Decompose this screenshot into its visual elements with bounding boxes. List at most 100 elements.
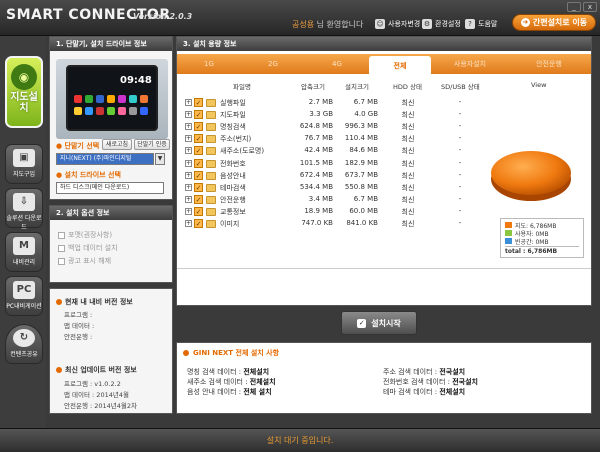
note-right-0: 주소 검색 데이터 : 전국설치 [383,368,466,376]
current-version-title-text: 현재 내 내비 버전 정보 [65,298,133,306]
row-installed: 996.3 MB [344,122,378,131]
expand-icon[interactable]: + [185,220,192,227]
tab-all[interactable]: 전체 [369,56,431,75]
ad-hide-option[interactable]: 광고 표시 해제 [58,256,111,266]
table-row[interactable]: + ✓ 교통정보 18.9 MB 60.0 MB 최신 - [183,206,483,218]
tab-2g[interactable]: 2G [241,54,305,74]
table-row[interactable]: + ✓ 전화번호 101.5 MB 182.9 MB 최신 - [183,158,483,170]
table-row[interactable]: + ✓ 테마검색 534.4 MB 550.8 MB 최신 - [183,182,483,194]
latest-safe-driving: 안전운행 : 2014년4월2차 [64,402,137,410]
nav-pc-navigation[interactable]: PC PC내비게이션 [5,276,43,316]
chevron-down-icon[interactable]: ▼ [155,153,165,165]
row-checkbox[interactable]: ✓ [194,206,203,216]
expand-icon[interactable]: + [185,159,192,167]
device-auth-button[interactable]: 단말기 인증 [134,139,170,150]
nav-map-install[interactable]: ◉ 지도설치 [5,56,43,128]
checkbox[interactable] [58,231,65,239]
checkbox[interactable] [58,244,65,252]
legend-free: 빈공간: 0MB [505,237,579,246]
panel3-title: 3. 설치 용량 정보 [177,37,591,51]
tab-user-install[interactable]: 사용자설치 [433,54,507,74]
expand-icon[interactable]: + [185,147,192,155]
current-program: 프로그램 : [64,311,93,319]
app-icon [74,95,82,103]
checkbox[interactable] [58,257,65,265]
nav-content-share-label: 컨텐츠공유 [10,351,38,358]
close-button[interactable]: x [583,2,597,12]
row-compressed: 624.8 MB [299,122,333,131]
nav-solution-download[interactable]: ⇩ 솔루션 다운로드 [5,188,43,231]
expand-icon[interactable]: + [185,99,192,106]
latest-program: 프로그램 : v1.0.2.2 [64,380,121,388]
tab-4g[interactable]: 4G [305,54,369,74]
row-name: 테마검색 [220,183,246,192]
row-hdd: 최신 [401,207,415,216]
tab-safe-driving[interactable]: 안전운행 [507,54,591,74]
download-icon: ⇩ [13,193,35,211]
expand-icon[interactable]: + [185,207,192,215]
pie-slice-map [491,151,571,195]
row-name: 주소(번지) [220,135,252,144]
minimize-button[interactable]: _ [567,2,581,12]
row-checkbox[interactable]: ✓ [194,182,203,192]
row-sd: - [458,122,462,131]
table-row[interactable]: + ✓ 주소(번지) 76.7 MB 110.4 MB 최신 - [183,133,483,145]
note-right-2: 테마 검색 데이터 : 전체설치 [383,388,466,396]
row-sd: - [458,146,462,155]
table-row[interactable]: + ✓ 명칭검색 624.8 MB 996.3 MB 최신 - [183,121,483,133]
row-checkbox[interactable]: ✓ [194,110,203,120]
quick-install-button[interactable]: ➜ 간편설치로 이동 [512,14,596,31]
table-row[interactable]: + ✓ 새주소(도로명) 42.4 MB 84.6 MB 최신 - [183,145,483,157]
table-row[interactable]: + ✓ 이미지 747.0 KB 841.0 KB 최신 - [183,218,483,230]
folder-icon [206,159,216,168]
nav-content-share[interactable]: ↻ 컨텐츠공유 [5,324,43,364]
tab-1g[interactable]: 1G [177,54,241,74]
row-checkbox[interactable]: ✓ [194,134,203,144]
legend-free-swatch [505,238,512,244]
nav-solution-download-label: 솔루션 다운로드 [6,215,42,231]
backup-option[interactable]: 백업 데이터 설치 [58,243,118,253]
folder-icon [206,147,216,156]
expand-icon[interactable]: + [185,195,192,203]
row-checkbox[interactable]: ✓ [194,170,203,180]
help-link[interactable]: ? 도움말 [465,18,497,30]
expand-icon[interactable]: + [185,111,192,119]
install-start-button[interactable]: ✓ 설치시작 [341,311,417,335]
table-row[interactable]: + ✓ 지도파일 3.3 GB 4.0 GB 최신 - [183,109,483,121]
note-key: 음성 안내 데이터 [187,388,237,396]
nav-map-purchase[interactable]: ▣ 지도구입 [5,144,43,184]
latest-map-data: 맵 데이터 : 2014년4월 [64,391,129,399]
expand-icon[interactable]: + [185,171,192,179]
bullet-icon [183,350,189,356]
device-drive-panel: 1. 단말기, 설치 드라이브 정보 09:48 ● 단말기 선택 새로고침 단… [49,36,173,200]
row-checkbox[interactable]: ✓ [194,122,203,132]
drive-select[interactable]: 하드 디스크(메인 다운로드) [56,182,164,194]
expand-icon[interactable]: + [185,123,192,131]
row-checkbox[interactable]: ✓ [194,158,203,168]
row-checkbox[interactable]: ✓ [194,146,203,156]
expand-icon[interactable]: + [185,183,192,191]
settings-link[interactable]: ⚙ 환경설정 [422,18,461,30]
row-checkbox[interactable]: ✓ [194,98,203,107]
app-icon [118,95,126,103]
row-checkbox[interactable]: ✓ [194,219,203,228]
note-left-0: 명칭 검색 데이터 : 전체설치 [187,368,270,376]
format-option[interactable]: 포맷(권장사항) [58,230,112,240]
expand-icon[interactable]: + [185,135,192,143]
folder-icon [206,195,216,204]
change-user-link[interactable]: ☺ 사용자변경 [375,18,420,30]
row-installed: 841.0 KB [346,219,378,227]
device-select[interactable]: 지니(NEXT) (주)파인디지털 [56,153,154,165]
note-value: 전체 설치 [243,388,272,396]
device-image: 09:48 [56,59,168,139]
col-view: View [531,81,547,89]
title-bar: SMART CONNECTOR Version 2.0.3 _ x 공성용 님 … [0,0,600,36]
change-user-label: 사용자변경 [388,20,421,28]
panel2-title: 2. 설치 옵션 정보 [50,206,172,220]
table-row[interactable]: + ✓ 안전운행 3.4 MB 6.7 MB 최신 - [183,194,483,206]
nav-navi-manage[interactable]: M 내비관리 [5,232,43,272]
table-row[interactable]: + ✓ 음성안내 672.4 MB 673.7 MB 최신 - [183,170,483,182]
refresh-button[interactable]: 새로고침 [102,139,132,150]
row-checkbox[interactable]: ✓ [194,194,203,204]
table-row[interactable]: + ✓ 실행파일 2.7 MB 6.7 MB 최신 - [183,97,483,109]
